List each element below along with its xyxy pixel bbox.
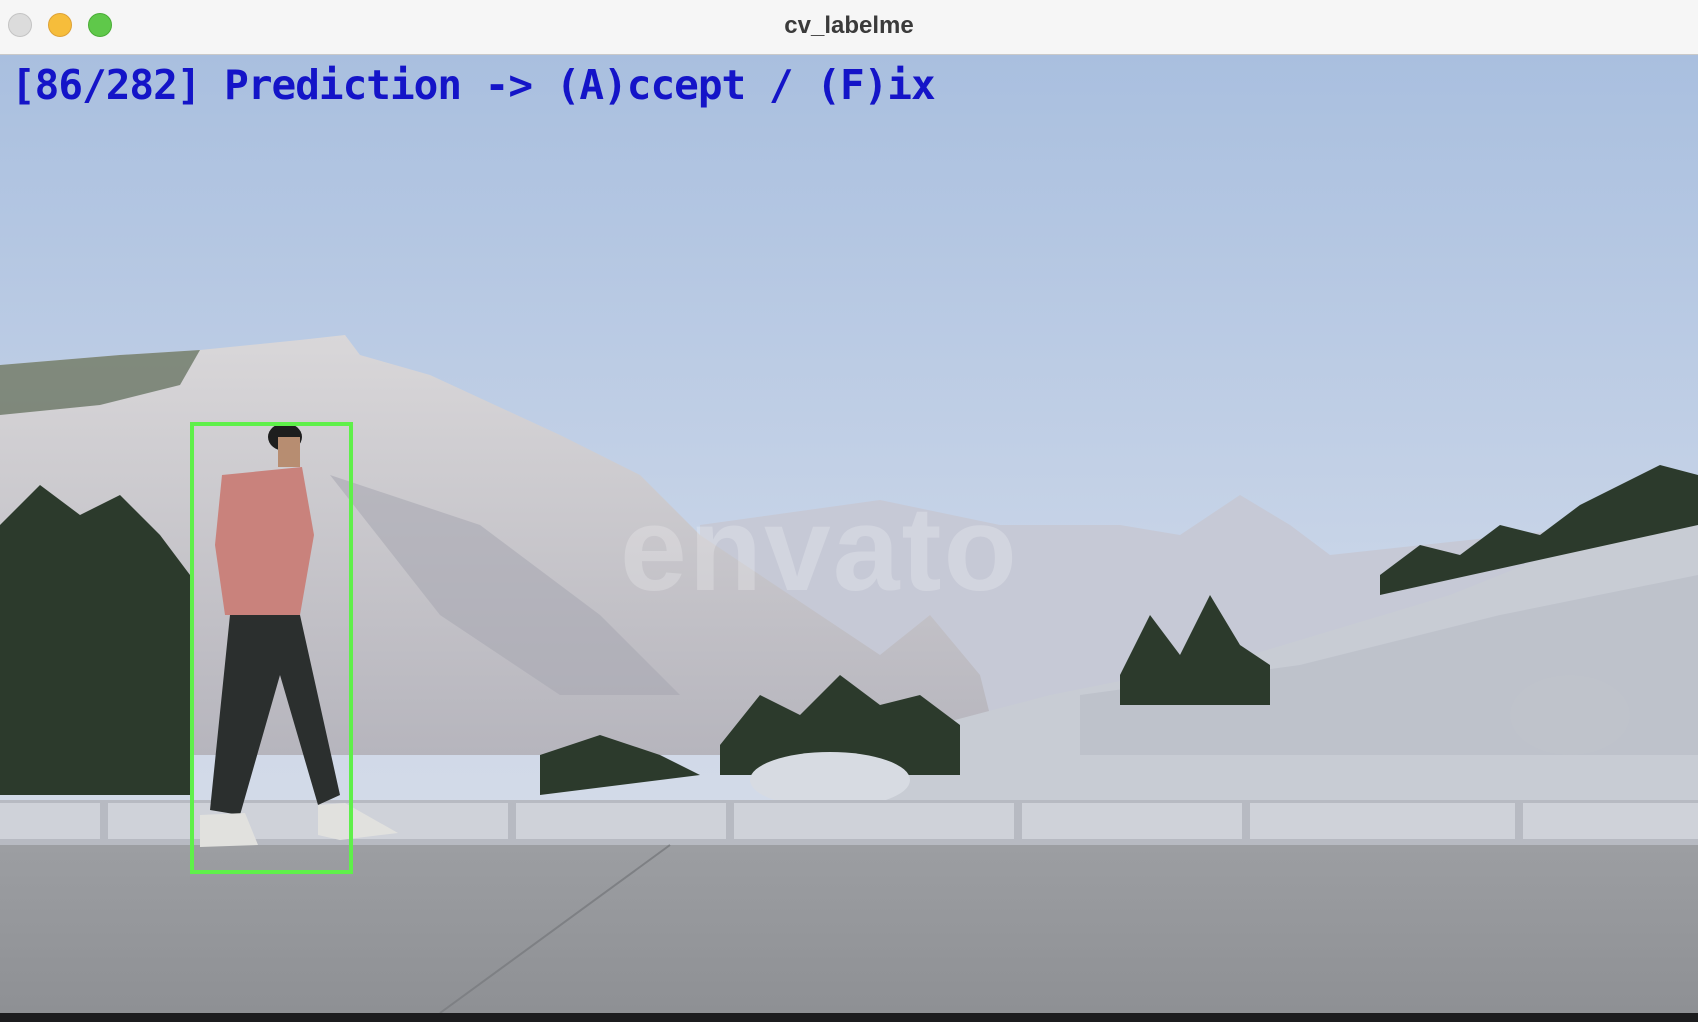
title-bar: cv_labelme	[0, 0, 1698, 55]
prediction-status-text: [86/282] Prediction -> (A)ccept / (F)ix	[11, 61, 936, 109]
image-canvas[interactable]: envato [86/282] Prediction -> (A)ccept /…	[0, 55, 1698, 1013]
bottom-edge	[0, 1013, 1698, 1022]
prediction-bounding-box[interactable]	[190, 422, 353, 874]
app-window: cv_labelme envato [86/282] Prediction ->…	[0, 0, 1698, 1013]
window-title: cv_labelme	[784, 12, 914, 39]
watermark-text: envato	[620, 482, 1019, 616]
